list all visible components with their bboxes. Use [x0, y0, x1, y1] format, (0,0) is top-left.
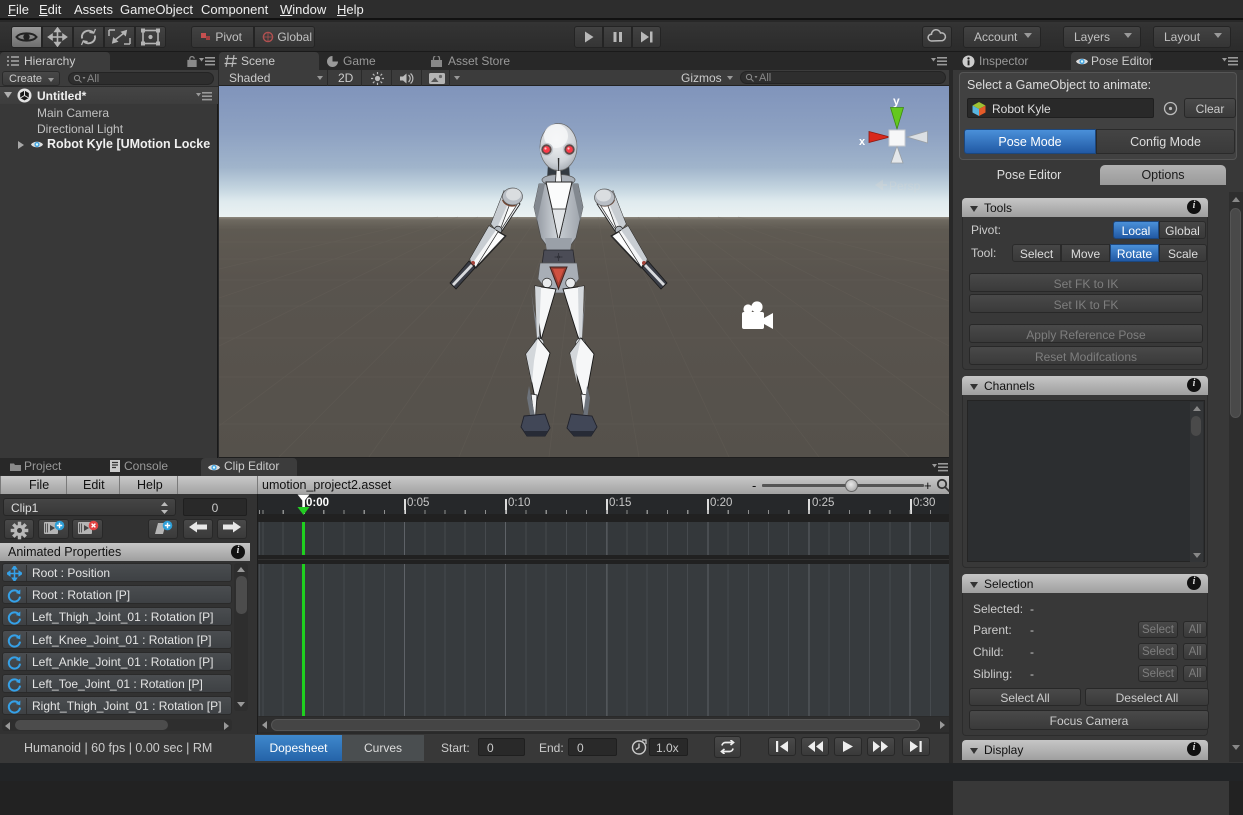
- svg-text:y: y: [893, 94, 900, 108]
- svg-text:Persp: Persp: [889, 179, 921, 193]
- svg-text:x: x: [859, 136, 866, 148]
